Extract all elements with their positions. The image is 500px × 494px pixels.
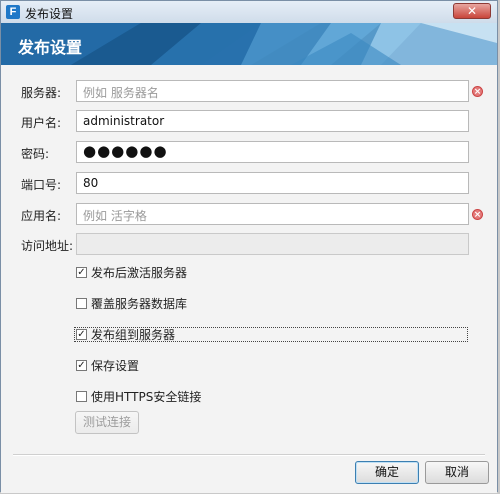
option-publish-group[interactable]: ✓ 发布组到服务器 (76, 325, 175, 343)
server-label: 服务器: (21, 86, 62, 100)
window-title: 发布设置 (25, 7, 74, 21)
option-label: 覆盖服务器数据库 (91, 296, 188, 311)
password-label: 密码: (21, 147, 50, 161)
checkbox-unchecked[interactable] (76, 297, 87, 309)
footer-divider (13, 454, 485, 456)
close-button[interactable]: ✕ (453, 3, 491, 19)
checkbox-unchecked[interactable] (76, 390, 87, 402)
option-label: 保存设置 (91, 358, 140, 373)
access-url-label: 访问地址: (21, 239, 74, 253)
publish-settings-dialog: F 发布设置 ✕ 发布设置 服务器: 例如 服务器名 × 用户名: admini… (0, 0, 498, 493)
port-label: 端口号: (21, 178, 62, 192)
option-activate-server[interactable]: ✓ 发布后激活服务器 (76, 263, 187, 281)
username-input[interactable]: administrator (76, 110, 469, 132)
app-name-input[interactable]: 例如 活字格 (76, 203, 469, 225)
title-bar: F 发布设置 ✕ (1, 1, 497, 24)
ok-button[interactable]: 确定 (355, 461, 419, 484)
checkbox-checked[interactable]: ✓ (76, 266, 87, 278)
server-input[interactable]: 例如 服务器名 (76, 80, 469, 102)
close-icon: ✕ (466, 4, 478, 18)
server-error-icon: × (472, 86, 483, 97)
option-label: 发布组到服务器 (91, 327, 176, 342)
option-overwrite-database[interactable]: 覆盖服务器数据库 (76, 294, 187, 312)
cancel-button[interactable]: 取消 (425, 461, 489, 484)
checkbox-checked[interactable]: ✓ (76, 359, 87, 371)
app-name-label: 应用名: (21, 209, 62, 223)
option-use-https[interactable]: 使用HTTPS安全链接 (76, 387, 201, 405)
option-label: 使用HTTPS安全链接 (91, 389, 202, 404)
form-area: 服务器: 例如 服务器名 × 用户名: administrator 密码: ●●… (1, 65, 497, 493)
checkbox-checked[interactable]: ✓ (76, 328, 87, 340)
test-connection-button[interactable]: 测试连接 (75, 411, 139, 434)
option-label: 发布后激活服务器 (91, 265, 188, 280)
username-label: 用户名: (21, 116, 62, 130)
header-banner: 发布设置 (1, 23, 497, 65)
access-url-input (76, 233, 469, 255)
option-save-settings[interactable]: ✓ 保存设置 (76, 356, 139, 374)
app-logo-icon: F (6, 5, 20, 19)
app-name-error-icon: × (472, 209, 483, 220)
port-input[interactable]: 80 (76, 172, 469, 194)
banner-title: 发布设置 (18, 38, 83, 57)
password-input[interactable]: ●●●●●● (76, 141, 469, 163)
